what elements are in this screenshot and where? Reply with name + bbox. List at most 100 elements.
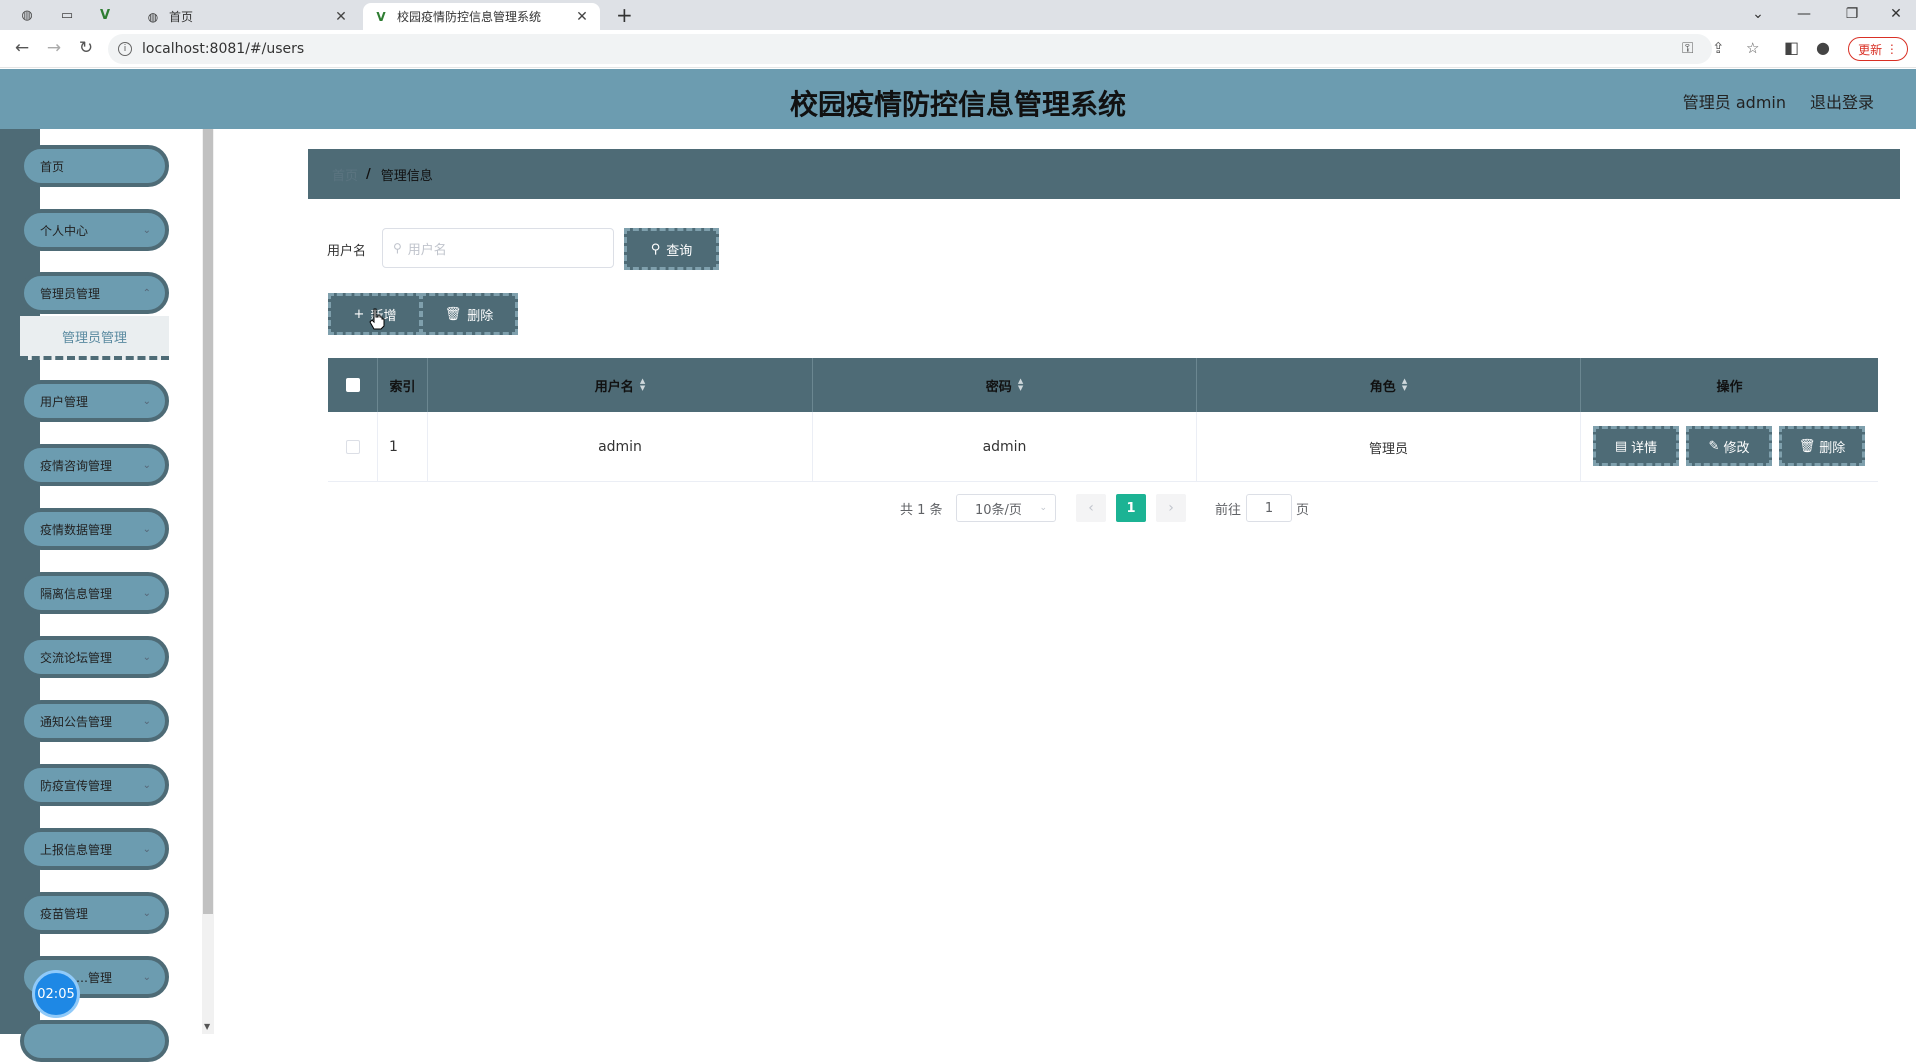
sort-icon[interactable]: ▲ ▼ xyxy=(640,378,645,392)
select-all-cell[interactable] xyxy=(328,358,378,412)
update-button[interactable]: 更新 ⋮ xyxy=(1848,37,1908,61)
scroll-down-arrow-icon[interactable]: ▼ xyxy=(204,1022,210,1031)
sidebar-item-label: 用户管理 xyxy=(40,394,89,409)
search-label: 用户名 xyxy=(327,244,367,259)
pagination-total: 共 1 条 xyxy=(900,502,943,518)
row-select-cell[interactable] xyxy=(328,412,378,482)
breadcrumb-home[interactable]: 首页 xyxy=(332,165,358,184)
row-delete-button[interactable]: 🗑 删除 xyxy=(1779,426,1865,466)
breadcrumb: 首页 / 管理信息 xyxy=(308,149,1900,199)
sidebar-item-label: 管理员管理 xyxy=(40,286,101,301)
batch-delete-button[interactable]: 🗑 删除 xyxy=(420,293,518,335)
share-icon[interactable]: ⇪ xyxy=(1712,39,1725,57)
sidebar-item-users[interactable]: 用户管理 ⌄ xyxy=(20,380,169,422)
globe-icon[interactable]: ◍ xyxy=(16,4,38,26)
sidebar-item-vaccine[interactable]: 疫苗管理 ⌄ xyxy=(20,892,169,934)
detail-button[interactable]: ▤ 详情 xyxy=(1593,426,1679,466)
column-role[interactable]: 角色 ▲ ▼ xyxy=(1197,358,1581,412)
sidebar-scrollbar-thumb[interactable] xyxy=(203,129,213,914)
document-icon: ▤ xyxy=(1614,438,1628,454)
sidebar-item-partial[interactable] xyxy=(20,1020,169,1062)
sidebar-item-label: 防疫宣传管理 xyxy=(40,778,113,793)
timer-badge[interactable]: 02:05 xyxy=(32,970,80,1018)
page-suffix: 页 xyxy=(1296,502,1310,518)
close-icon[interactable]: ✕ xyxy=(333,9,349,25)
profile-icon[interactable]: ● xyxy=(1816,38,1830,57)
sidebar-item-notice[interactable]: 通知公告管理 ⌄ xyxy=(20,700,169,742)
sidebar-item-data[interactable]: 疫情数据管理 ⌄ xyxy=(20,508,169,550)
chevron-down-icon: ⌄ xyxy=(142,524,151,535)
sidebar-item-home[interactable]: 首页 xyxy=(20,145,169,187)
key-icon[interactable]: ⚿ xyxy=(1682,39,1693,57)
browser-tabstrip: ◍ ▭ V ◍ 首页 ✕ V 校园疫情防控信息管理系统 ✕ + ⌄ — ❐ ✕ xyxy=(0,0,1916,30)
minimize-button[interactable]: — xyxy=(1784,2,1824,26)
sidebar-item-admin[interactable]: 管理员管理 ⌃ xyxy=(20,272,169,314)
url-field[interactable]: i localhost:8081/#/users xyxy=(108,34,1712,64)
sidebar-item-consult[interactable]: 疫情咨询管理 ⌄ xyxy=(20,444,169,486)
column-label: 索引 xyxy=(389,379,416,395)
sidebar-item-label: 首页 xyxy=(40,159,65,174)
column-label: 密码 xyxy=(985,379,1012,395)
app-title: 校园疫情防控信息管理系统 xyxy=(789,88,1126,121)
star-icon[interactable]: ☆ xyxy=(1746,39,1759,57)
sidebar-item-report[interactable]: 上报信息管理 ⌄ xyxy=(20,828,169,870)
sidebar-item-forum[interactable]: 交流论坛管理 ⌄ xyxy=(20,636,169,678)
select-all-checkbox[interactable] xyxy=(345,378,360,392)
tab-search-icon[interactable]: ⌄ xyxy=(1738,2,1778,26)
sidebar-item-profile[interactable]: 个人中心 ⌄ xyxy=(20,209,169,251)
breadcrumb-separator: / xyxy=(366,166,371,182)
restore-button[interactable]: ❐ xyxy=(1832,2,1872,26)
page-number-current[interactable]: 1 xyxy=(1116,494,1146,522)
chevron-down-icon: ⌄ xyxy=(142,844,151,855)
sort-icon[interactable]: ▲ ▼ xyxy=(1018,378,1023,392)
query-label: 查询 xyxy=(666,243,693,259)
chevron-down-icon: ⌄ xyxy=(142,225,151,236)
logout-link[interactable]: 退出登录 xyxy=(1810,89,1874,113)
sidepanel-icon[interactable]: ◧ xyxy=(1784,38,1799,57)
browser-tab-home[interactable]: ◍ 首页 ✕ xyxy=(135,3,359,30)
browser-tab-active[interactable]: V 校园疫情防控信息管理系统 ✕ xyxy=(363,3,600,30)
column-label: 操作 xyxy=(1716,379,1743,395)
submenu-item-admin-manage[interactable]: 管理员管理 xyxy=(20,316,169,360)
forward-arrow-icon[interactable]: → xyxy=(42,38,66,58)
chevron-down-icon: ⌄ xyxy=(142,972,151,983)
chevron-down-icon: ⌄ xyxy=(1039,503,1047,513)
blank-tab-icon[interactable]: ▭ xyxy=(56,4,78,26)
column-index: 索引 xyxy=(378,358,428,412)
table-header: 索引 用户名 ▲ ▼ 密码 ▲ ▼ 角色 ▲ ▼ 操作 xyxy=(328,358,1878,412)
edit-label: 修改 xyxy=(1723,440,1750,456)
edit-button[interactable]: ✎ 修改 xyxy=(1686,426,1772,466)
column-password[interactable]: 密码 ▲ ▼ xyxy=(813,358,1197,412)
tab-title: 首页 xyxy=(169,10,194,24)
search-input[interactable]: ⚲ 用户名 xyxy=(382,228,614,268)
page-size-select[interactable]: 10条/页 ⌄ xyxy=(956,494,1056,522)
sidebar-item-label: 个人中心 xyxy=(40,223,89,238)
prev-page-button[interactable]: ‹ xyxy=(1076,494,1106,522)
window-close-button[interactable]: ✕ xyxy=(1876,2,1916,26)
app-header: 校园疫情防控信息管理系统 管理员 admin 退出登录 xyxy=(0,69,1916,129)
next-page-button[interactable]: › xyxy=(1156,494,1186,522)
reload-icon[interactable]: ↻ xyxy=(74,38,98,58)
cell-index: 1 xyxy=(378,412,428,482)
url-text: localhost:8081/#/users xyxy=(142,41,305,57)
sort-icon[interactable]: ▲ ▼ xyxy=(1402,378,1407,392)
info-icon[interactable]: i xyxy=(118,42,132,56)
back-arrow-icon[interactable]: ← xyxy=(10,38,34,58)
goto-page-input[interactable]: 1 xyxy=(1246,494,1292,522)
vue-icon[interactable]: V xyxy=(94,4,116,26)
detail-label: 详情 xyxy=(1631,440,1658,456)
close-icon[interactable]: ✕ xyxy=(574,9,590,25)
sidebar-item-publicity[interactable]: 防疫宣传管理 ⌄ xyxy=(20,764,169,806)
chevron-down-icon: ⌄ xyxy=(142,716,151,727)
column-actions: 操作 xyxy=(1581,358,1878,412)
sidebar-item-label: 疫情咨询管理 xyxy=(40,458,113,473)
sidebar-item-label: 疫情数据管理 xyxy=(40,522,113,537)
chevron-down-icon: ⌄ xyxy=(142,780,151,791)
row-checkbox[interactable] xyxy=(345,440,360,454)
sidebar-item-isolation[interactable]: 隔离信息管理 ⌄ xyxy=(20,572,169,614)
query-button[interactable]: ⚲ 查询 xyxy=(624,228,719,270)
submenu-label: 管理员管理 xyxy=(61,330,127,346)
column-username[interactable]: 用户名 ▲ ▼ xyxy=(428,358,813,412)
chevron-down-icon: ⌄ xyxy=(142,396,151,407)
new-tab-button[interactable]: + xyxy=(616,3,633,27)
